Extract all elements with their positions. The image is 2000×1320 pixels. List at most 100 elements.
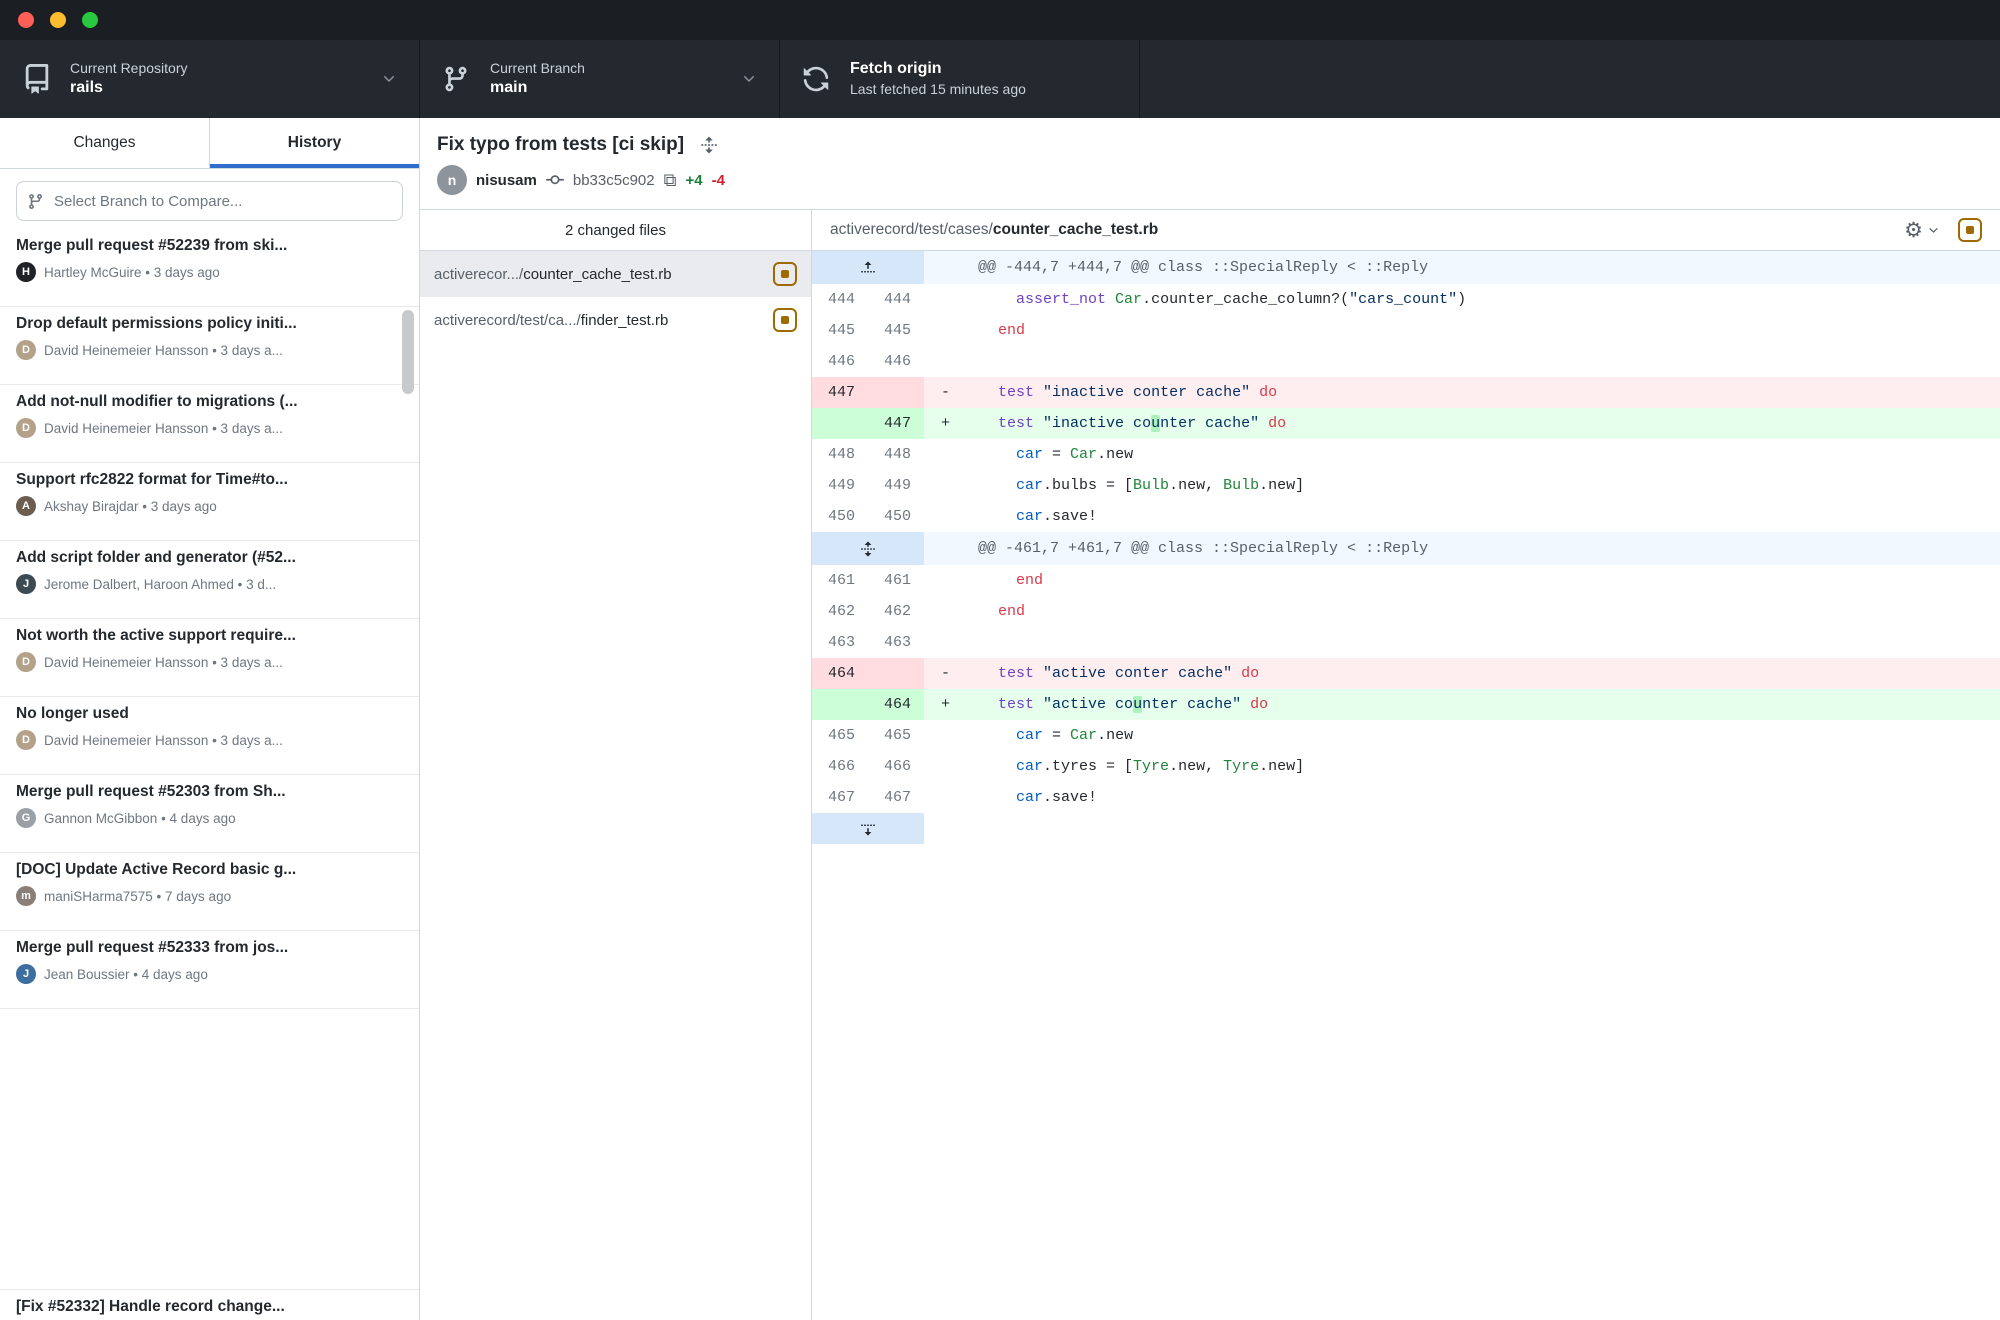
- unfold-icon[interactable]: [700, 136, 718, 154]
- diff-line: end: [924, 596, 2000, 627]
- old-line-number: 462: [812, 596, 868, 627]
- current-repository-button[interactable]: Current Repository rails: [0, 40, 420, 118]
- commit-meta: DDavid Heinemeier Hansson • 3 days a...: [16, 652, 399, 672]
- commit-byline: Gannon McGibbon • 4 days ago: [44, 811, 236, 826]
- diff-header: activerecord/test/cases/counter_cache_te…: [812, 210, 2000, 251]
- avatar: A: [16, 496, 36, 516]
- scrollbar-thumb[interactable]: [402, 310, 414, 394]
- expand-hunk-button[interactable]: [812, 532, 924, 565]
- commit-title: Add script folder and generator (#52...: [16, 549, 399, 567]
- file-row[interactable]: activerecord/test/ca.../finder_test.rb: [420, 297, 811, 343]
- diff-line: car = Car.new: [924, 720, 2000, 751]
- expand-down-icon: [860, 821, 876, 837]
- old-line-number: 461: [812, 565, 868, 596]
- close-button[interactable]: [18, 12, 34, 28]
- diff-line: car.save!: [924, 501, 2000, 532]
- old-line-number: 467: [812, 782, 868, 813]
- file-row[interactable]: activerecor.../counter_cache_test.rb: [420, 251, 811, 297]
- diff-hunk-header: [924, 813, 2000, 844]
- old-line-number: 463: [812, 627, 868, 658]
- toolbar-spacer: [1140, 40, 2000, 118]
- expand-hunk-button[interactable]: [812, 813, 924, 844]
- commit-meta: GGannon McGibbon • 4 days ago: [16, 808, 399, 828]
- new-line-number: 461: [868, 565, 924, 596]
- diff-pane: activerecord/test/cases/counter_cache_te…: [812, 210, 2000, 1320]
- expand-hunk-button[interactable]: [812, 251, 924, 284]
- old-line-number: 449: [812, 470, 868, 501]
- list-item[interactable]: Merge pull request #52333 from jos...JJe…: [0, 931, 419, 1009]
- file-dir: activerecor.../: [434, 266, 523, 283]
- sync-icon: [802, 65, 834, 93]
- diff-line: end: [924, 565, 2000, 596]
- list-item[interactable]: Not worth the active support require...D…: [0, 619, 419, 697]
- tab-history[interactable]: History: [210, 118, 419, 168]
- new-line-number: 466: [868, 751, 924, 782]
- new-line-number: 465: [868, 720, 924, 751]
- commit-title: Merge pull request #52303 from Sh...: [16, 783, 399, 801]
- diff-line: [924, 346, 2000, 377]
- commit-author: nisusam: [476, 172, 537, 189]
- new-line-number: [868, 658, 924, 689]
- expand-both-icon: [860, 541, 876, 557]
- list-item[interactable]: Merge pull request #52303 from Sh... GGan…: [0, 775, 419, 853]
- avatar: D: [16, 730, 36, 750]
- diff-line: assert_not Car.counter_cache_column?("ca…: [924, 284, 2000, 315]
- modified-status-icon: [1958, 218, 1982, 242]
- list-item[interactable]: Support rfc2822 format for Time#to...AAk…: [0, 463, 419, 541]
- diff-line: end: [924, 315, 2000, 346]
- current-branch-button[interactable]: Current Branch main: [420, 40, 780, 118]
- list-item[interactable]: Merge pull request #52239 from ski...HHa…: [0, 229, 419, 307]
- modified-status-icon: [773, 308, 797, 332]
- commit-byline: Hartley McGuire • 3 days ago: [44, 265, 220, 280]
- list-item[interactable]: [DOC] Update Active Record basic g...mma…: [0, 853, 419, 931]
- old-line-number: 450: [812, 501, 868, 532]
- new-line-number: [868, 377, 924, 408]
- changed-files-pane: 2 changed files activerecor.../counter_c…: [420, 210, 812, 1320]
- commit-meta: DDavid Heinemeier Hansson • 3 days a...: [16, 340, 399, 360]
- diff-file-dir: activerecord/test/cases/: [830, 221, 993, 239]
- branch-compare-input[interactable]: [52, 192, 392, 211]
- list-item[interactable]: No longer usedDDavid Heinemeier Hansson …: [0, 697, 419, 775]
- copy-icon[interactable]: ⧉: [664, 171, 677, 189]
- avatar: m: [16, 886, 36, 906]
- old-line-number: 466: [812, 751, 868, 782]
- repo-icon: [22, 64, 54, 94]
- old-line-number: [812, 408, 868, 439]
- diff-line: car = Car.new: [924, 439, 2000, 470]
- avatar: D: [16, 418, 36, 438]
- list-item[interactable]: Add not-null modifier to migrations (...…: [0, 385, 419, 463]
- old-line-number: 444: [812, 284, 868, 315]
- tab-changes[interactable]: Changes: [0, 118, 210, 168]
- compare-branch-icon: [27, 193, 44, 210]
- minimize-button[interactable]: [50, 12, 66, 28]
- file-name: finder_test.rb: [581, 312, 669, 329]
- diff-options-button[interactable]: ⚙: [1904, 220, 1940, 241]
- avatar: D: [16, 652, 36, 672]
- diff-hunk-header: @@ -461,7 +461,7 @@ class ::SpecialReply…: [924, 532, 2000, 565]
- old-line-number: 464: [812, 658, 868, 689]
- zoom-button[interactable]: [82, 12, 98, 28]
- chevron-down-icon: [741, 71, 757, 87]
- fetch-label: Fetch origin: [850, 59, 1026, 80]
- diff-line: car.bulbs = [Bulb.new, Bulb.new]: [924, 470, 2000, 501]
- file-dir: activerecord/test/ca.../: [434, 312, 581, 329]
- toolbar: Current Repository rails Current Branch …: [0, 40, 2000, 118]
- diff-line: - test "active conter cache" do: [924, 658, 2000, 689]
- branch-icon: [442, 65, 474, 93]
- list-item[interactable]: [Fix #52332] Handle record change...: [0, 1289, 419, 1320]
- commit-title: Support rfc2822 format for Time#to...: [16, 471, 399, 489]
- fetch-origin-button[interactable]: Fetch origin Last fetched 15 minutes ago: [780, 40, 1140, 118]
- avatar: H: [16, 262, 36, 282]
- list-item[interactable]: Drop default permissions policy initi...…: [0, 307, 419, 385]
- commit-meta: JJean Boussier • 4 days ago: [16, 964, 399, 984]
- fetch-status: Last fetched 15 minutes ago: [850, 80, 1026, 99]
- commit-meta: J Jerome Dalbert, Haroon Ahmed • 3 d...: [16, 574, 399, 594]
- diff-line: car.tyres = [Tyre.new, Tyre.new]: [924, 751, 2000, 782]
- commit-byline: Jerome Dalbert, Haroon Ahmed • 3 d...: [44, 577, 276, 592]
- diff-file-name: counter_cache_test.rb: [993, 221, 1158, 239]
- commit-title: [Fix #52332] Handle record change...: [16, 1298, 399, 1316]
- gear-icon: ⚙: [1904, 220, 1923, 241]
- new-line-number: 448: [868, 439, 924, 470]
- list-item[interactable]: Add script folder and generator (#52... J…: [0, 541, 419, 619]
- avatar: J: [16, 574, 36, 594]
